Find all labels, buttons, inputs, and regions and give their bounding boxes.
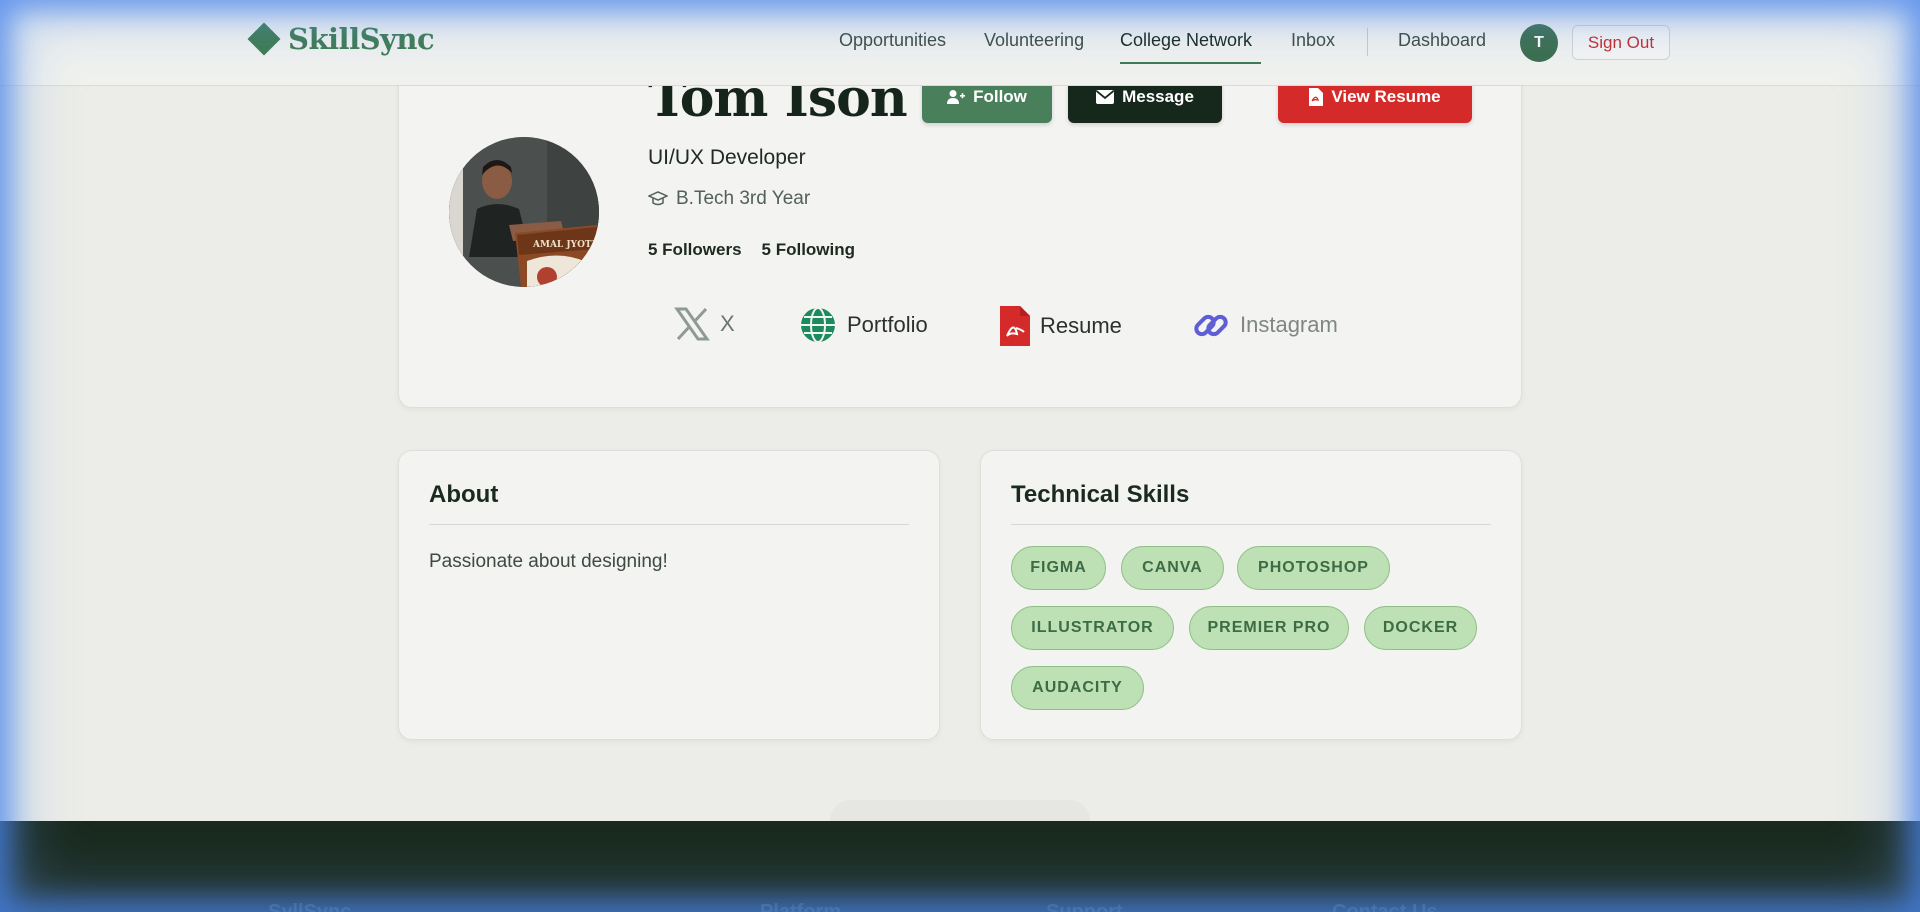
sign-out-button[interactable]: Sign Out [1572, 25, 1670, 60]
footer-heading-platform: Platform [760, 901, 842, 912]
skill-chip: PHOTOSHOP [1237, 546, 1390, 590]
nav-volunteering[interactable]: Volunteering [984, 30, 1084, 51]
skill-chip: CANVA [1121, 546, 1224, 590]
top-navbar: SkillSync Opportunities Volunteering Col… [0, 0, 1920, 86]
skill-chip: DOCKER [1364, 606, 1477, 650]
link-x-label: X [720, 311, 735, 336]
x-logo-icon [674, 307, 710, 341]
profile-photo: AMAL JYOTHI [449, 137, 599, 287]
nav-active-underline [1120, 62, 1261, 64]
link-x[interactable]: X [674, 306, 735, 342]
link-instagram-label: Instagram [1240, 312, 1338, 337]
nav-inbox[interactable]: Inbox [1291, 30, 1335, 51]
skill-chip: FIGMA [1011, 546, 1106, 590]
follow-label: Follow [973, 86, 1027, 106]
about-title: About [429, 481, 499, 508]
follow-stats: 5 Followers 5 Following [648, 240, 855, 260]
globe-icon [801, 307, 835, 343]
link-resume[interactable]: Resume [1000, 306, 1122, 346]
footer-heading-contact: Contact Us [1332, 901, 1438, 912]
about-divider [429, 524, 909, 525]
envelope-icon [1096, 89, 1115, 104]
followers-count[interactable]: 5 Followers [648, 240, 742, 260]
user-avatar[interactable]: T [1520, 24, 1558, 62]
graduation-cap-icon [648, 191, 668, 206]
footer-heading-brand: SyllSync [268, 901, 352, 912]
education-label: B.Tech 3rd Year [676, 188, 811, 209]
profile-role: UI/UX Developer [648, 146, 806, 169]
skill-chip: PREMIER PRO [1189, 606, 1349, 650]
link-chain-icon [1194, 314, 1228, 337]
pdf-file-icon [1309, 87, 1324, 106]
view-resume-label: View Resume [1331, 86, 1441, 106]
nav-opportunities[interactable]: Opportunities [839, 30, 946, 51]
skill-chip: ILLUSTRATOR [1011, 606, 1174, 650]
skill-chip: AUDACITY [1011, 666, 1144, 710]
link-portfolio[interactable]: Portfolio [799, 306, 928, 344]
nav-college-network[interactable]: College Network [1120, 30, 1252, 51]
nav-divider [1367, 28, 1368, 56]
about-text: Passionate about designing! [429, 551, 668, 572]
nav-dashboard[interactable]: Dashboard [1398, 30, 1486, 51]
skills-divider [1011, 524, 1491, 525]
profile-education: B.Tech 3rd Year [648, 188, 810, 210]
pdf-icon [1000, 306, 1030, 346]
link-instagram[interactable]: Instagram [1192, 306, 1338, 344]
footer: SyllSync Platform Support Contact Us [0, 821, 1920, 912]
link-resume-label: Resume [1040, 313, 1122, 338]
following-count[interactable]: 5 Following [762, 240, 856, 260]
link-portfolio-label: Portfolio [847, 312, 928, 337]
skills-card: Technical Skills FIGMA CANVA PHOTOSHOP I… [980, 450, 1522, 740]
footer-heading-support: Support [1046, 901, 1123, 912]
skills-title: Technical Skills [1011, 481, 1190, 508]
user-plus-icon [947, 89, 966, 104]
podium-sign-text: AMAL JYOTHI [532, 240, 599, 250]
about-card: About Passionate about designing! [398, 450, 940, 740]
message-label: Message [1122, 86, 1194, 106]
